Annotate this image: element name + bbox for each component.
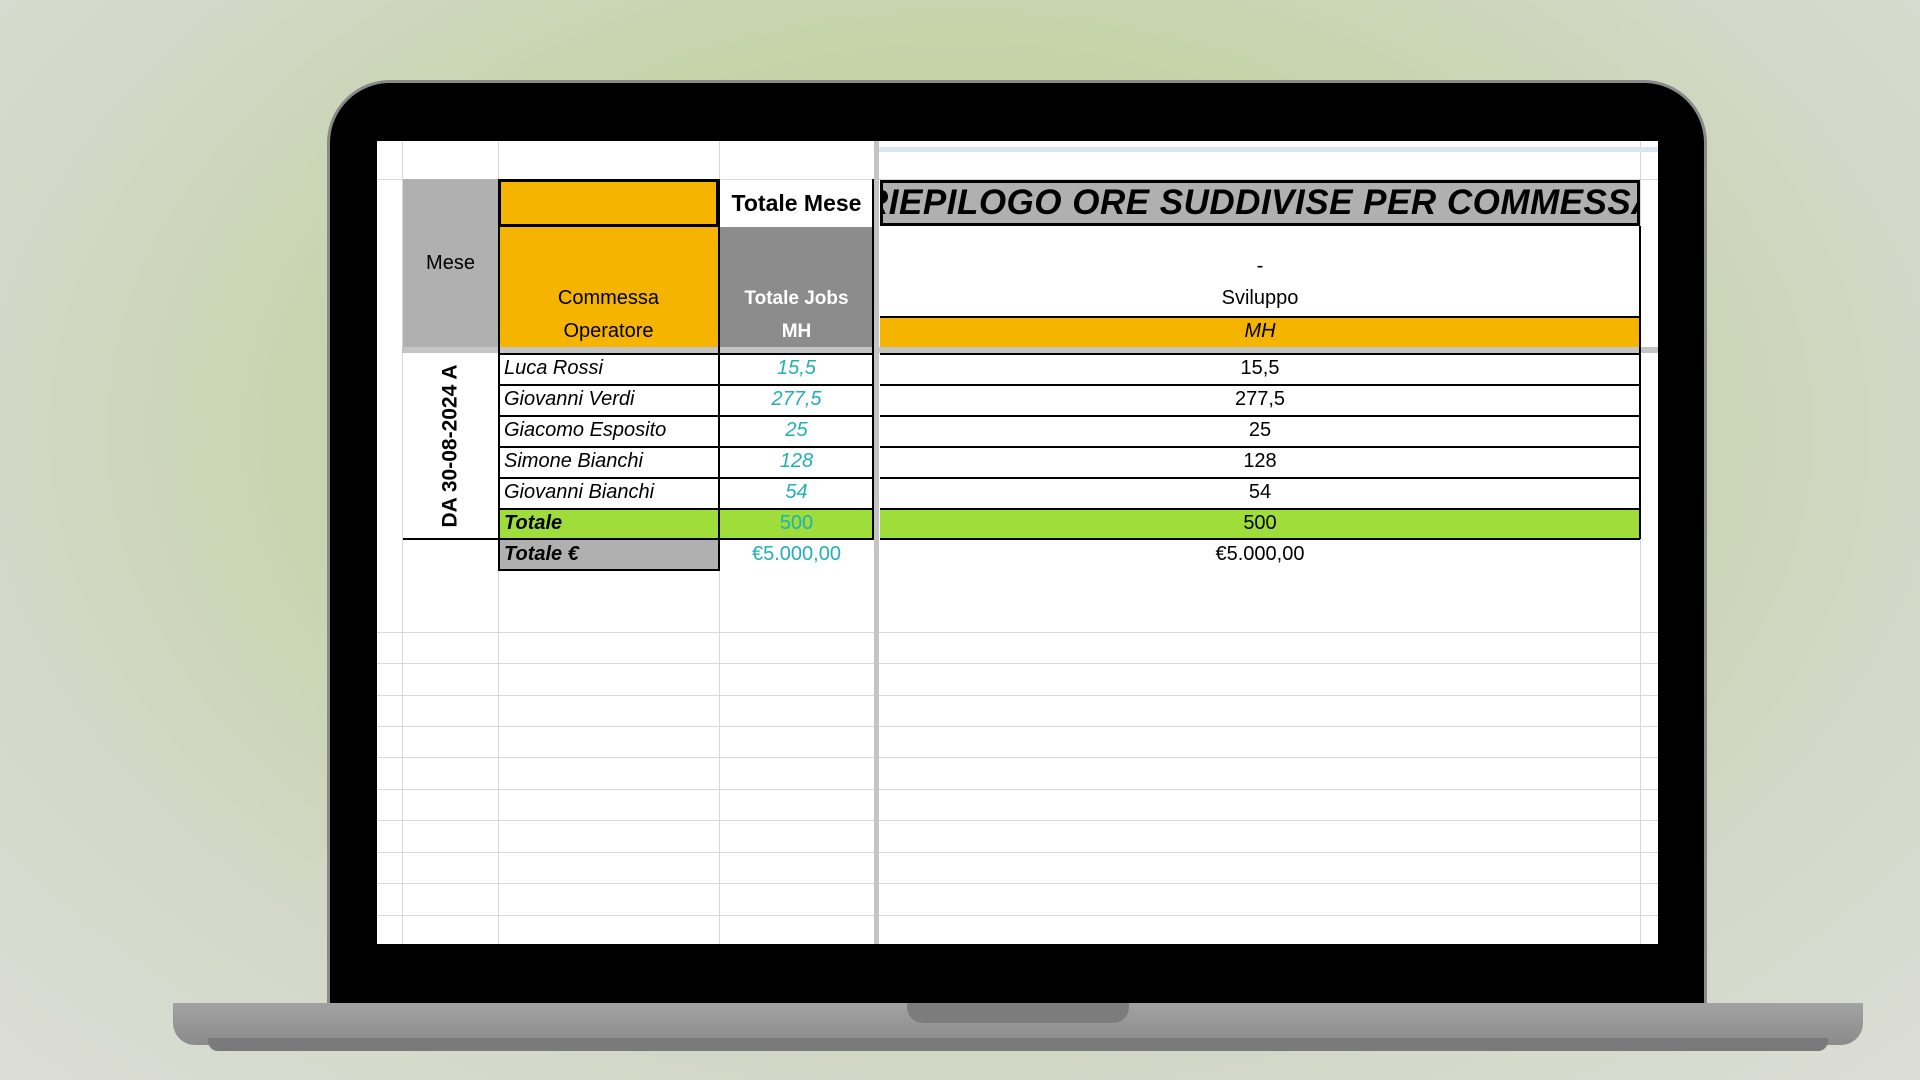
total-cell[interactable]: 15,5 [719,353,874,384]
laptop-hinge-notch [907,1003,1129,1023]
project-unit-header: MH [880,316,1640,347]
totale-euro-project-value: €5.000,00 [1215,543,1305,565]
operator-name: Giovanni Verdi [504,388,635,410]
operator-cell[interactable]: Luca Rossi [498,353,719,384]
project-cell[interactable]: 25 [880,415,1640,446]
mh-header: MH [719,316,874,347]
project-dash-text: - [1256,254,1264,277]
freeze-pane-vertical[interactable] [874,141,879,944]
commessa-header: Commessa [498,227,719,316]
totale-euro-project-cell[interactable]: €5.000,00 [880,539,1640,570]
totale-label: Totale [504,512,563,534]
total-cell[interactable]: 128 [719,446,874,477]
totale-euro-label: Totale € [504,543,579,565]
project-name-header: Sviluppo [880,281,1640,316]
project-value: 128 [1243,450,1277,472]
project-value: 25 [1248,419,1272,441]
totale-label-cell[interactable]: Totale [498,508,719,539]
total-value: 128 [779,450,814,472]
operator-name: Simone Bianchi [504,450,643,472]
project-unit-label: MH [1244,320,1276,342]
page-title-text: RIEPILOGO ORE SUDDIVISE PER COMMESSA [880,183,1640,222]
totale-mese-label: Totale Mese [731,189,862,216]
commessa-label: Commessa [557,287,660,309]
total-cell[interactable]: 54 [719,477,874,508]
operator-name: Giacomo Esposito [504,419,667,441]
totale-mese-header: Totale Mese [719,179,874,227]
totale-euro-label-cell[interactable]: Totale € [498,539,719,570]
totale-jobs-label: Totale Jobs [744,288,849,309]
totale-project-cell[interactable]: 500 [880,508,1640,539]
period-label: DA 30-08-2024 A [438,363,462,528]
project-cell[interactable]: 277,5 [880,384,1640,415]
total-value: 15,5 [777,357,816,379]
laptop-screen: Mese Commessa Operatore Totale Mese Tota… [377,141,1658,944]
operator-cell[interactable]: Simone Bianchi [498,446,719,477]
totale-euro-jobs-cell[interactable]: €5.000,00 [719,539,874,570]
total-cell[interactable]: 25 [719,415,874,446]
operator-name: Luca Rossi [504,357,603,379]
project-cell[interactable]: 15,5 [880,353,1640,384]
total-cell[interactable]: 277,5 [719,384,874,415]
laptop-base-foot [208,1038,1828,1051]
totale-euro-jobs-value: €5.000,00 [752,543,841,565]
operator-cell[interactable]: Giacomo Esposito [498,415,719,446]
project-value: 54 [1248,481,1272,503]
period-cell: DA 30-08-2024 A [403,353,498,538]
total-value: 25 [785,419,808,441]
total-value: 54 [785,481,808,503]
project-dash: - [880,251,1640,281]
project-name-label: Sviluppo [1221,287,1299,309]
operatore-label: Operatore [563,320,654,342]
mh-label: MH [781,320,812,342]
operator-cell[interactable]: Giovanni Verdi [498,384,719,415]
project-cell[interactable]: 128 [880,446,1640,477]
totale-jobs-header: Totale Jobs [719,227,874,316]
project-value: 15,5 [1240,357,1280,379]
operator-cell[interactable]: Giovanni Bianchi [498,477,719,508]
mese-header: Mese [403,179,498,347]
totale-jobs-cell[interactable]: 500 [719,508,874,539]
mese-label: Mese [426,251,475,274]
operator-name: Giovanni Bianchi [504,481,655,503]
total-value: 277,5 [771,388,822,410]
project-value: 277,5 [1234,388,1286,410]
commessa-input-cell[interactable] [498,179,719,227]
project-cell[interactable]: 54 [880,477,1640,508]
totale-project-value: 500 [1243,512,1277,534]
totale-jobs-value: 500 [779,512,814,534]
operatore-header: Operatore [498,316,719,347]
page-title: RIEPILOGO ORE SUDDIVISE PER COMMESSA [880,180,1640,226]
